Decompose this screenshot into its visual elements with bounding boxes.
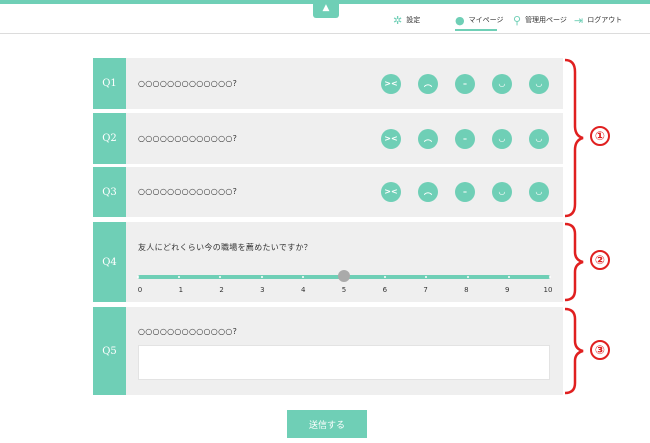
bad-face-icon[interactable]: ︵ xyxy=(418,128,438,149)
active-nav-indicator xyxy=(455,29,497,31)
good-face-icon[interactable]: ◡ xyxy=(492,73,512,94)
slider-tick-label: 9 xyxy=(504,286,510,294)
question-text: ○○○○○○○○○○○○○? xyxy=(138,187,238,196)
question-label: Q1 xyxy=(93,58,126,109)
face-rating: >< ︵ – ◡ ◡ xyxy=(381,182,549,202)
marker-3: ③ xyxy=(590,340,610,360)
neutral-face-icon[interactable]: – xyxy=(455,73,475,94)
slider-tick xyxy=(219,276,222,278)
slider-tick xyxy=(549,276,551,278)
slider-tick-label: 1 xyxy=(178,286,184,294)
nav-logout[interactable]: ⇥ ログアウト xyxy=(574,10,622,30)
slider-tick-label: 2 xyxy=(219,286,224,294)
slider-tick-label: 4 xyxy=(300,286,306,294)
slider-thumb[interactable] xyxy=(338,270,350,282)
very-good-face-icon[interactable]: ◡ xyxy=(529,73,549,94)
slider-tick-label: 3 xyxy=(260,286,265,294)
marker-1: ① xyxy=(590,126,610,146)
question-label: Q2 xyxy=(93,113,126,164)
question-text: ○○○○○○○○○○○○○? xyxy=(138,79,238,88)
bracket-group-2 xyxy=(564,222,584,302)
slider-tick-label: 0 xyxy=(137,286,143,294)
header: ✲ 設定 ● マイページ ⚲ 管理用ページ ⇥ ログアウト xyxy=(0,4,650,34)
slider-tick xyxy=(178,276,181,278)
bad-face-icon[interactable]: ︵ xyxy=(418,182,438,202)
question-row-q2: Q2 ○○○○○○○○○○○○○? >< ︵ – ◡ ◡ xyxy=(93,113,563,164)
key-icon: ⚲ xyxy=(513,13,522,27)
nav-logout-label: ログアウト xyxy=(587,16,623,24)
bad-face-icon[interactable]: ︵ xyxy=(418,73,438,94)
question-label: Q5 xyxy=(93,307,126,395)
neutral-face-icon[interactable]: – xyxy=(455,128,475,149)
slider-tick xyxy=(425,276,428,278)
slider-tick xyxy=(301,276,304,278)
slider-tick-label: 7 xyxy=(423,286,428,294)
nav-admin[interactable]: ⚲ 管理用ページ xyxy=(513,10,567,30)
slider-tick-label: 5 xyxy=(341,286,347,294)
nav-settings[interactable]: ✲ 設定 xyxy=(393,10,420,30)
question-row-q4: Q4 友人にどれくらい今の職場を薦めたいですか？ 0 1 2 3 4 5 6 7 8 9 10 xyxy=(93,222,563,302)
nav-mypage-label: マイページ xyxy=(468,16,504,24)
neutral-face-icon[interactable]: – xyxy=(455,182,475,202)
submit-button[interactable]: 送信する xyxy=(287,410,367,438)
very-bad-face-icon[interactable]: >< xyxy=(381,182,401,202)
answer-textarea[interactable] xyxy=(138,345,550,380)
question-row-q1: Q1 ○○○○○○○○○○○○○? >< ︵ – ◡ ◡ xyxy=(93,58,563,109)
face-rating: >< ︵ – ◡ ◡ xyxy=(381,73,549,94)
question-label: Q3 xyxy=(93,167,126,217)
nav-mypage[interactable]: ● マイページ xyxy=(455,10,503,30)
question-text: ○○○○○○○○○○○○○? xyxy=(138,327,238,336)
person-icon: ● xyxy=(455,13,465,27)
face-rating: >< ︵ – ◡ ◡ xyxy=(381,128,549,149)
slider-tick xyxy=(507,276,510,278)
very-bad-face-icon[interactable]: >< xyxy=(381,128,401,149)
logout-icon: ⇥ xyxy=(574,13,584,27)
good-face-icon[interactable]: ◡ xyxy=(492,182,512,202)
slider-tick-label: 10 xyxy=(543,286,553,294)
question-text: 友人にどれくらい今の職場を薦めたいですか？ xyxy=(138,243,313,252)
nav-settings-label: 設定 xyxy=(406,16,421,24)
gear-icon: ✲ xyxy=(393,13,403,27)
question-row-q5: Q5 ○○○○○○○○○○○○○? xyxy=(93,307,563,395)
slider-tick-label: 8 xyxy=(464,286,469,294)
very-good-face-icon[interactable]: ◡ xyxy=(529,128,549,149)
slider-tick xyxy=(384,276,387,278)
bracket-group-1 xyxy=(564,58,584,218)
question-label: Q4 xyxy=(93,222,126,302)
bracket-group-3 xyxy=(564,307,584,395)
slider-tick-label: 6 xyxy=(382,286,388,294)
question-row-q3: Q3 ○○○○○○○○○○○○○? >< ︵ – ◡ ◡ xyxy=(93,167,563,217)
slider-tick xyxy=(466,276,469,278)
marker-2: ② xyxy=(590,250,610,270)
nav-admin-label: 管理用ページ xyxy=(525,16,567,24)
very-bad-face-icon[interactable]: >< xyxy=(381,73,401,94)
question-text: ○○○○○○○○○○○○○? xyxy=(138,134,238,143)
very-good-face-icon[interactable]: ◡ xyxy=(529,182,549,202)
slider-tick xyxy=(260,276,263,278)
slider-tick xyxy=(137,276,139,278)
good-face-icon[interactable]: ◡ xyxy=(492,128,512,149)
